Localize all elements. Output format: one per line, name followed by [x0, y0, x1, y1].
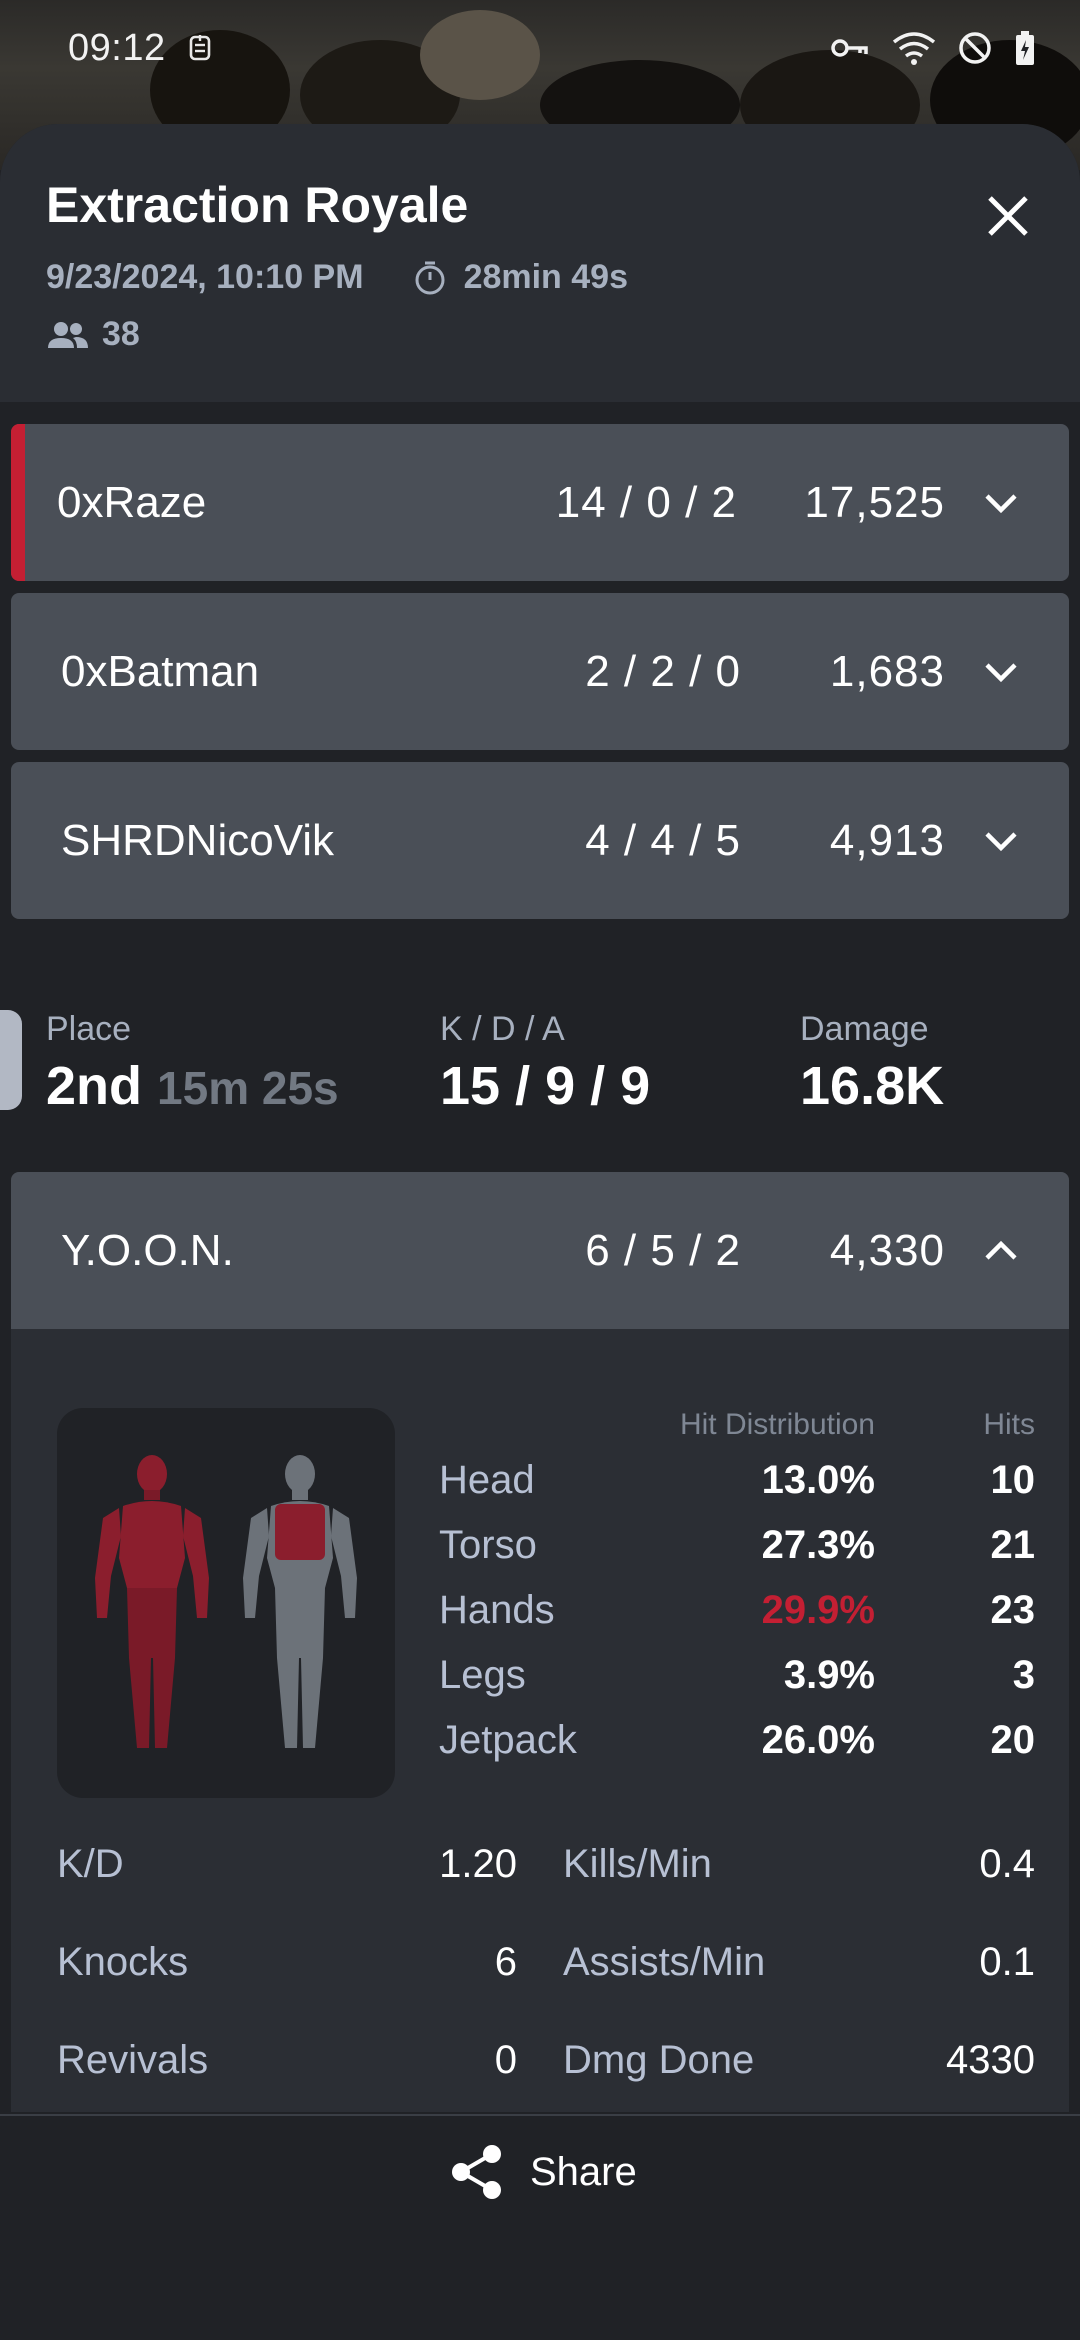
hit-row: Hands 29.9% 23 [439, 1578, 1035, 1643]
team-summary: Place 2nd 15m 25s K / D / A 15 / 9 / 9 D… [0, 1010, 1080, 1120]
stat-value: 6 [494, 1940, 517, 1984]
hits-header: Hits [983, 1408, 1035, 1441]
share-bar: Share [0, 2114, 1080, 2340]
match-title: Extraction Royale [46, 177, 469, 233]
hit-count: 21 [990, 1523, 1036, 1567]
share-label: Share [530, 2149, 637, 2194]
hit-zone: Hands [439, 1588, 555, 1632]
stat-value: 1.20 [439, 1842, 517, 1886]
teammate-kda: 14 / 0 / 2 [555, 477, 737, 527]
stat-label: Assists/Min [563, 1940, 766, 1984]
self-indicator [11, 424, 25, 581]
hit-row: Legs 3.9% 3 [439, 1643, 1035, 1708]
place-stat: Place 2nd 15m 25s [46, 1010, 339, 1117]
status-time: 09:12 [68, 26, 166, 69]
expanded-player-kda: 6 / 5 / 2 [585, 1225, 741, 1275]
stat-row: Knocks 6 Assists/Min 0.1 [57, 1926, 1035, 2024]
expanded-player-damage: 4,330 [829, 1225, 945, 1275]
timer-icon [415, 261, 445, 294]
stat-value: 4330 [946, 2038, 1035, 2082]
hit-percent: 3.9% [783, 1653, 875, 1697]
teammate-damage: 17,525 [804, 477, 945, 527]
expanded-player-name: Y.O.O.N. [61, 1225, 234, 1275]
do-not-disturb-icon [959, 32, 991, 64]
match-duration: 28min 49s [463, 258, 629, 296]
body-hit-diagram [57, 1408, 395, 1798]
hit-distribution-table: Hit Distribution Hits Head 13.0% 10 Tors… [439, 1408, 1035, 1773]
hit-count: 3 [1012, 1653, 1035, 1697]
share-button[interactable]: Share [450, 2144, 637, 2200]
stat-value: 0.1 [979, 1940, 1035, 1984]
kda-value: 15 / 9 / 9 [440, 1056, 651, 1116]
teammate-card[interactable]: 0xBatman 2 / 2 / 0 1,683 [11, 593, 1069, 750]
match-datetime: 9/23/2024, 10:10 PM [46, 258, 364, 296]
place-time: 15m 25s [157, 1062, 339, 1114]
hit-distribution-header: Hit Distribution [679, 1408, 875, 1441]
place-label: Place [46, 1010, 132, 1048]
damage-label: Damage [800, 1010, 929, 1048]
teammate-kda: 4 / 4 / 5 [585, 815, 741, 865]
chevron-up-icon [985, 1240, 1017, 1260]
close-icon [988, 196, 1028, 236]
teammate-kda: 2 / 2 / 0 [585, 646, 741, 696]
people-icon [48, 321, 88, 348]
damage-stat: Damage 16.8K [800, 1010, 944, 1117]
teammate-name: 0xBatman [61, 646, 260, 696]
place-value-row: 2nd 15m 25s [46, 1055, 339, 1117]
hit-percent-highlight: 29.9% [761, 1588, 875, 1632]
expanded-player-card: Y.O.O.N. 6 / 5 / 2 4,330 Hit Distributio… [11, 1172, 1069, 2112]
body-silhouette-icon [95, 1455, 357, 1748]
hit-count: 23 [990, 1588, 1036, 1632]
hit-zone: Legs [439, 1653, 526, 1697]
place-value: 2nd [46, 1056, 143, 1116]
hit-percent: 27.3% [761, 1523, 875, 1567]
player-stats-grid: K/D 1.20 Kills/Min 0.4 Knocks 6 Assists/… [57, 1828, 1035, 2122]
hit-percent: 26.0% [761, 1718, 875, 1762]
hit-row: Torso 27.3% 21 [439, 1513, 1035, 1578]
hit-row: Jetpack 26.0% 20 [439, 1708, 1035, 1773]
match-meta: 9/23/2024, 10:10 PM 28min 49s [46, 258, 1034, 297]
wifi-icon [892, 32, 936, 65]
teammate-name: SHRDNicoVik [61, 815, 335, 865]
share-icon [452, 2145, 501, 2199]
chevron-down-icon [985, 831, 1017, 851]
hit-row: Head 13.0% 10 [439, 1448, 1035, 1513]
expanded-player-header[interactable]: Y.O.O.N. 6 / 5 / 2 4,330 [11, 1172, 1069, 1329]
key-icon [831, 39, 868, 57]
chevron-down-icon [985, 662, 1017, 682]
status-bar: 09:12 [0, 0, 1080, 96]
teammate-damage: 4,913 [829, 815, 945, 865]
player-count: 38 [102, 315, 140, 353]
kda-label: K / D / A [440, 1010, 565, 1048]
hit-zone: Head [439, 1458, 535, 1502]
hit-zone: Torso [439, 1523, 537, 1567]
player-count-row: 38 [46, 315, 1034, 354]
stat-row: K/D 1.20 Kills/Min 0.4 [57, 1828, 1035, 1926]
teammate-name: 0xRaze [57, 477, 207, 527]
stat-label: Kills/Min [563, 1842, 712, 1886]
battery-icon [1016, 31, 1034, 65]
teammate-card[interactable]: SHRDNicoVik 4 / 4 / 5 4,913 [11, 762, 1069, 919]
damage-value: 16.8K [800, 1056, 945, 1116]
teammate-card[interactable]: 0xRaze 14 / 0 / 2 17,525 [11, 424, 1069, 581]
hit-count: 20 [990, 1718, 1036, 1762]
match-header: Extraction Royale 9/23/2024, 10:10 PM 28… [0, 124, 1080, 402]
hit-table-headers: Hit Distribution Hits [439, 1408, 1035, 1448]
stat-value: 0.4 [979, 1842, 1035, 1886]
kda-stat: K / D / A 15 / 9 / 9 [440, 1010, 650, 1117]
hit-percent: 13.0% [761, 1458, 875, 1502]
stat-row: Revivals 0 Dmg Done 4330 [57, 2024, 1035, 2122]
sim-icon [189, 35, 210, 61]
summary-tab-handle[interactable] [0, 1010, 22, 1110]
teammate-damage: 1,683 [829, 646, 945, 696]
hit-count: 10 [990, 1458, 1036, 1502]
stat-label: Dmg Done [563, 2038, 755, 2082]
hit-zone: Jetpack [439, 1718, 577, 1762]
stat-value: 0 [494, 2038, 517, 2082]
close-button[interactable] [976, 184, 1040, 248]
chevron-down-icon [985, 493, 1017, 513]
